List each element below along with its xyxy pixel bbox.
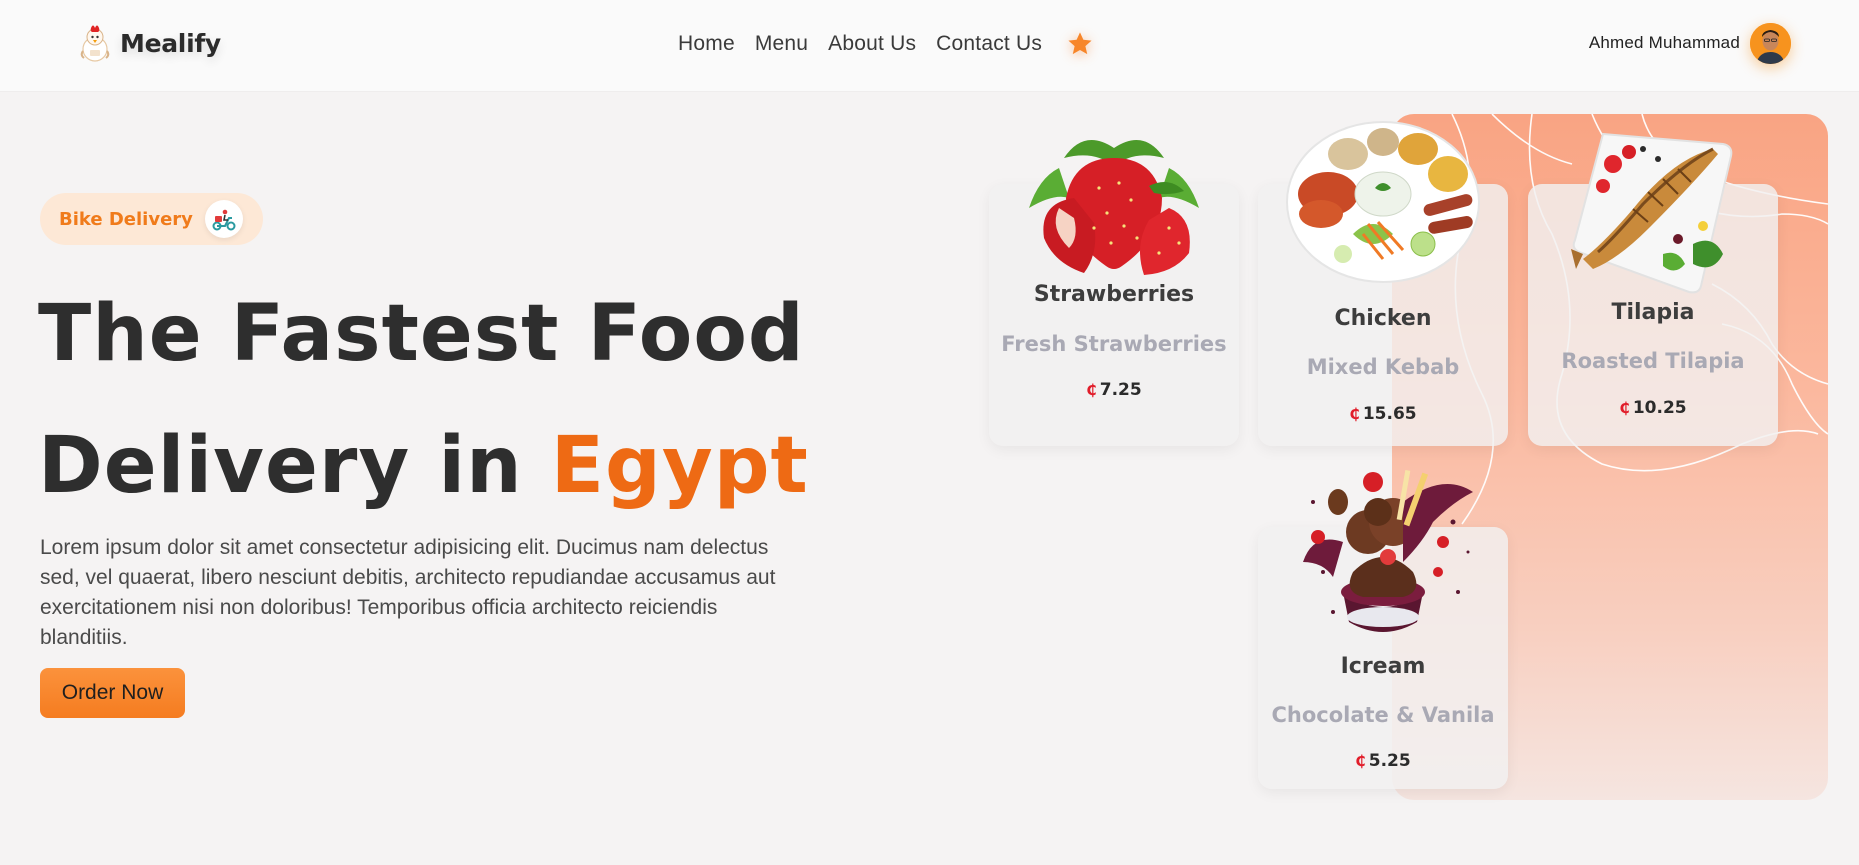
card-description: Roasted Tilapia <box>1561 349 1745 373</box>
headline-line-1: The Fastest Food <box>38 289 805 379</box>
currency-symbol: ₵ <box>1619 399 1630 417</box>
card-description: Fresh Strawberries <box>1001 332 1227 356</box>
card-price: ₵ 5.25 <box>1258 751 1508 771</box>
menu-card-tilapia[interactable]: Tilapia Roasted Tilapia ₵ 10.25 <box>1528 132 1778 446</box>
card-price: ₵ 10.25 <box>1528 398 1778 418</box>
price-value: 15.65 <box>1362 404 1417 424</box>
order-now-button[interactable]: Order Now <box>40 668 185 718</box>
brand[interactable]: Mealify <box>78 22 221 64</box>
nav-about-us[interactable]: About Us <box>828 32 916 56</box>
card-description: Chocolate & Vanila <box>1271 703 1495 727</box>
badge-label: Bike Delivery <box>59 208 193 230</box>
user-name: Ahmed Muhammad <box>1588 33 1740 52</box>
card-title: Icream <box>1340 654 1426 679</box>
strawberries-image <box>1029 140 1199 275</box>
card-title: Strawberries <box>1033 282 1195 307</box>
scooter-icon <box>205 200 243 238</box>
card-price: ₵ 15.65 <box>1258 404 1508 424</box>
card-title: Tilapia <box>1611 300 1695 325</box>
headline-accent: Egypt <box>550 421 809 511</box>
hero-description: Lorem ipsum dolor sit amet consectetur a… <box>40 536 776 649</box>
menu-card-strawberries[interactable]: Strawberries Fresh Strawberries ₵ 7.25 <box>989 140 1239 446</box>
user-profile[interactable]: Ahmed Muhammad <box>1589 22 1791 64</box>
avatar[interactable] <box>1750 22 1791 64</box>
brand-name: Mealify <box>120 28 221 58</box>
delivery-badge: Bike Delivery <box>40 193 263 245</box>
star-icon[interactable] <box>1066 30 1094 58</box>
card-description: Mixed Kebab <box>1306 355 1460 379</box>
price-value: 5.25 <box>1368 751 1411 771</box>
main-nav: Home Menu About Us Contact Us <box>678 28 1094 60</box>
nav-menu[interactable]: Menu <box>755 32 808 56</box>
ice-cream-image <box>1303 470 1473 632</box>
card-title: Chicken <box>1334 306 1432 331</box>
price-value: 7.25 <box>1099 380 1142 400</box>
header: Mealify Home Menu About Us Contact Us Ah… <box>0 0 1859 92</box>
nav-contact-us[interactable]: Contact Us <box>936 32 1042 56</box>
currency-symbol: ₵ <box>1349 405 1360 423</box>
currency-symbol: ₵ <box>1086 381 1097 399</box>
menu-card-chicken[interactable]: Chicken Mixed Kebab ₵ 15.65 <box>1258 121 1508 446</box>
grilled-fish-image <box>1571 132 1733 294</box>
chef-chicken-icon <box>80 25 110 62</box>
menu-card-icream[interactable]: Icream Chocolate & Vanila ₵ 5.25 <box>1258 470 1508 789</box>
card-price: ₵ 7.25 <box>989 380 1239 400</box>
avatar-portrait-icon <box>1750 22 1791 64</box>
currency-symbol: ₵ <box>1355 752 1366 770</box>
hero-headline: The Fastest Food Delivery in Egypt <box>38 268 809 532</box>
kebab-platter-image <box>1286 121 1480 283</box>
price-value: 10.25 <box>1632 398 1687 418</box>
nav-home[interactable]: Home <box>678 32 735 56</box>
headline-line-2: Delivery in <box>38 421 551 511</box>
